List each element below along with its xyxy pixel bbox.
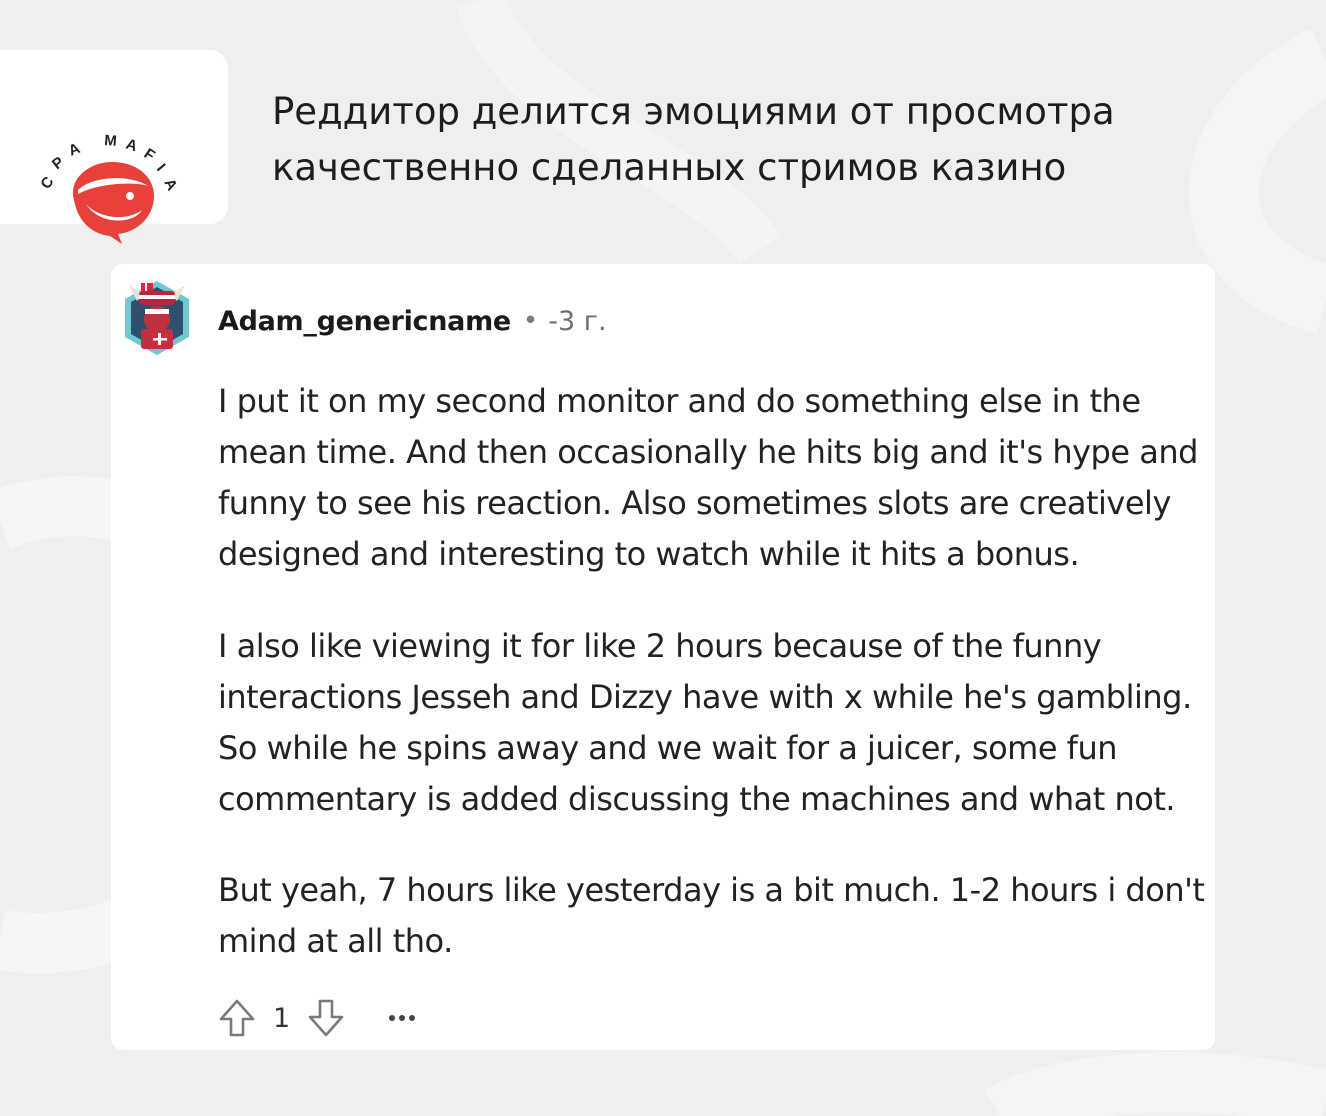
brand-logo-card: C P A M A F I A: [0, 50, 228, 244]
comment-line: commentary is added discussing the machi…: [218, 780, 1176, 818]
comment-line: designed and interesting to watch while …: [218, 535, 1080, 573]
comment-age: -3 г.: [548, 305, 607, 337]
upvote-arrow-icon: [219, 999, 255, 1037]
downvote-arrow-icon: [308, 999, 344, 1037]
page-title-line: Реддитор делится эмоциями от просмотра: [272, 90, 1115, 133]
upvote-button[interactable]: [217, 996, 257, 1040]
logo-letter: A: [66, 140, 83, 160]
comment-line: mean time. And then occasionally he hits…: [218, 433, 1198, 471]
page-title-line: качественно сделанных стримов казино: [272, 146, 1067, 189]
user-avatar[interactable]: [121, 271, 193, 359]
logo-letter: M: [104, 132, 118, 150]
comment-line: But yeah, 7 hours like yesterday is a bi…: [218, 871, 1205, 909]
logo-letter: F: [141, 145, 158, 164]
page-title: Реддитор делится эмоциями от просмотра к…: [272, 84, 1272, 196]
comment-line: So while he spins away and we wait for a…: [218, 729, 1117, 767]
comment-body: I put it on my second monitor and do som…: [218, 376, 1208, 960]
meta-separator: •: [522, 306, 539, 336]
logo-letter: A: [160, 176, 180, 194]
comment-meta: Adam_genericname • -3 г.: [218, 304, 607, 338]
comment-line: I put it on my second monitor and do som…: [218, 382, 1141, 420]
downvote-button[interactable]: [306, 996, 346, 1040]
comment-paragraph: But yeah, 7 hours like yesterday is a bi…: [218, 865, 1205, 967]
logo-letter: I: [153, 161, 169, 175]
logo-letter: A: [124, 136, 140, 156]
comment-paragraph: I put it on my second monitor and do som…: [218, 376, 1208, 580]
more-options-button[interactable]: [388, 996, 416, 1040]
comment-paragraph: I also like viewing it for like 2 hours …: [218, 621, 1192, 825]
comment-card: Adam_genericname • -3 г. I put it on my …: [111, 264, 1215, 1050]
more-options-icon: [389, 1015, 416, 1021]
comment-actions: 1: [217, 996, 416, 1040]
username-link[interactable]: Adam_genericname: [218, 306, 511, 337]
comment-line: mind at all tho.: [218, 922, 453, 960]
cpa-mafia-logo: C P A M A F I A: [37, 132, 181, 244]
comment-line: interactions Jesseh and Dizzy have with …: [218, 678, 1192, 716]
logo-letter: C: [37, 174, 57, 193]
comment-line: I also like viewing it for like 2 hours …: [218, 627, 1102, 665]
comment-line: funny to see his reaction. Also sometime…: [218, 484, 1171, 522]
vote-score: 1: [273, 1002, 291, 1034]
logo-letter: P: [49, 154, 67, 174]
